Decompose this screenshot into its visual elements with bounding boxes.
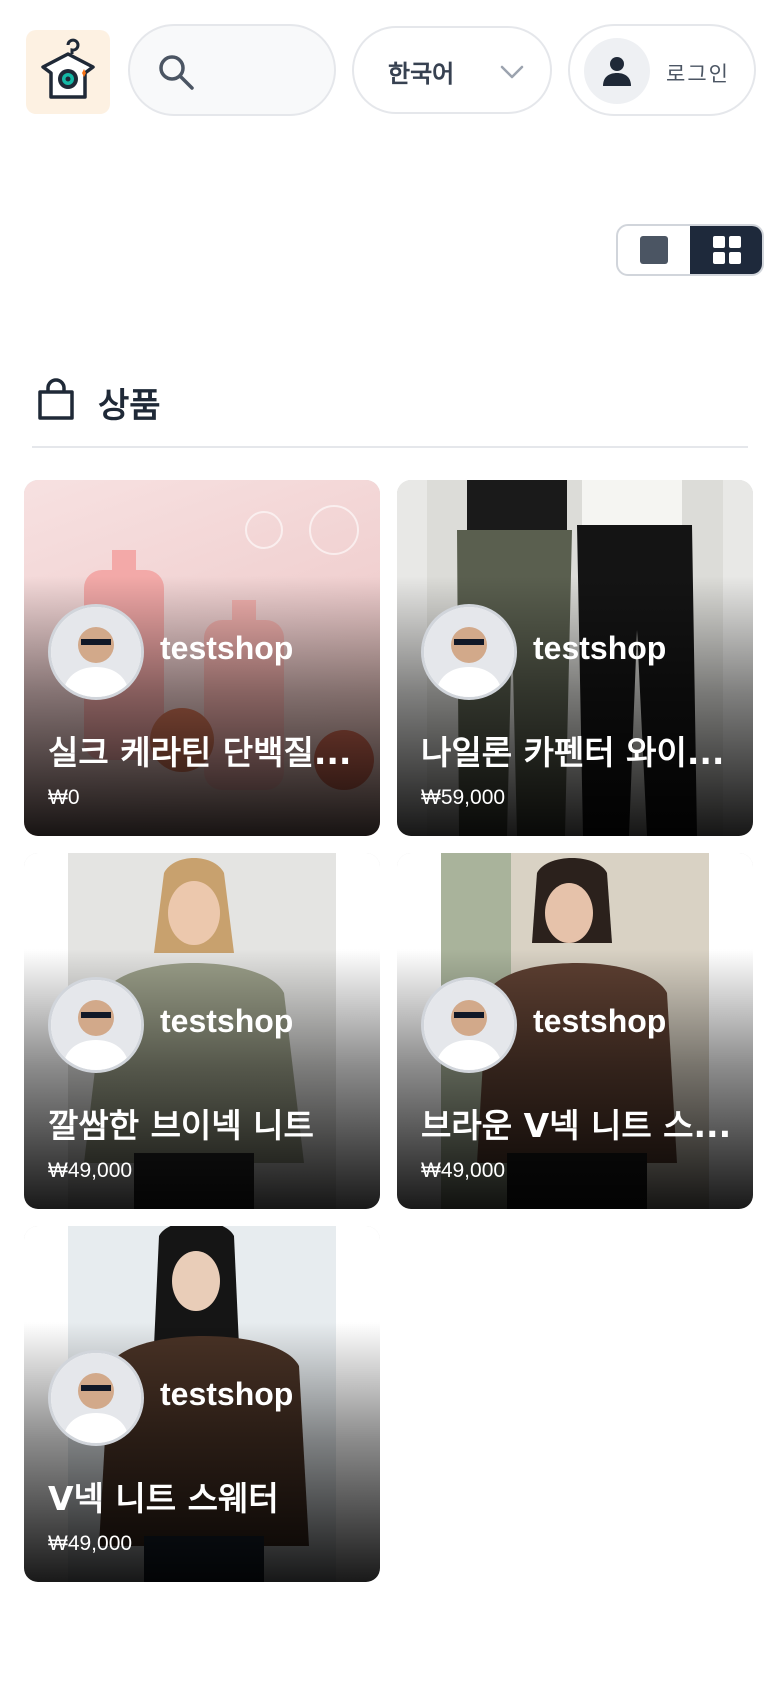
product-price: ₩49,000 <box>48 1159 133 1182</box>
product-card[interactable]: testshop 실크 케라틴 단백질... ₩0 <box>24 480 380 836</box>
user-icon <box>584 38 650 104</box>
language-label: 한국어 <box>388 60 455 88</box>
product-card[interactable]: testshop 나일론 카펜터 와이... ₩59,000 <box>397 480 753 836</box>
product-name: 브라운 V넥 니트 스... <box>421 1106 732 1145</box>
product-name: 깔쌈한 브이넥 니트 <box>48 1106 314 1145</box>
single-view-icon <box>640 236 668 264</box>
product-price: ₩49,000 <box>48 1532 133 1555</box>
login-button[interactable]: 로그인 <box>568 24 756 116</box>
product-card[interactable]: testshop 브라운 V넥 니트 스... ₩49,000 <box>397 853 753 1209</box>
logo-icon[interactable] <box>26 30 110 114</box>
login-label: 로그인 <box>666 62 730 86</box>
chevron-down-icon <box>500 65 524 79</box>
seller-avatar <box>48 604 144 700</box>
product-name: 실크 케라틴 단백질... <box>48 733 352 772</box>
language-select[interactable]: 한국어 <box>352 26 552 114</box>
products-section-header: 상품 <box>36 378 746 448</box>
product-name: V넥 니트 스웨터 <box>48 1479 279 1518</box>
view-toggle <box>616 224 764 276</box>
seller-avatar <box>48 1350 144 1446</box>
seller-name: testshop <box>533 630 667 666</box>
product-name: 나일론 카펜터 와이... <box>421 733 725 772</box>
section-divider <box>32 446 748 448</box>
product-card[interactable]: testshop V넥 니트 스웨터 ₩49,000 <box>24 1226 380 1582</box>
section-title: 상품 <box>98 386 161 426</box>
shopping-bag-icon <box>38 378 74 420</box>
seller-name: testshop <box>160 630 294 666</box>
top-header: 한국어 로그인 <box>0 0 780 140</box>
grid-view-button[interactable] <box>690 226 762 274</box>
search-icon <box>159 55 194 90</box>
product-card[interactable]: testshop 깔쌈한 브이넥 니트 ₩49,000 <box>24 853 380 1209</box>
seller-avatar <box>421 977 517 1073</box>
product-price: ₩0 <box>48 786 80 809</box>
product-price: ₩59,000 <box>421 786 506 809</box>
single-view-button[interactable] <box>618 226 690 274</box>
search-input[interactable] <box>128 24 336 116</box>
seller-name: testshop <box>533 1003 667 1039</box>
seller-name: testshop <box>160 1376 294 1412</box>
grid-view-icon <box>713 236 741 264</box>
seller-avatar <box>48 977 144 1073</box>
seller-name: testshop <box>160 1003 294 1039</box>
product-price: ₩49,000 <box>421 1159 506 1182</box>
seller-avatar <box>421 604 517 700</box>
